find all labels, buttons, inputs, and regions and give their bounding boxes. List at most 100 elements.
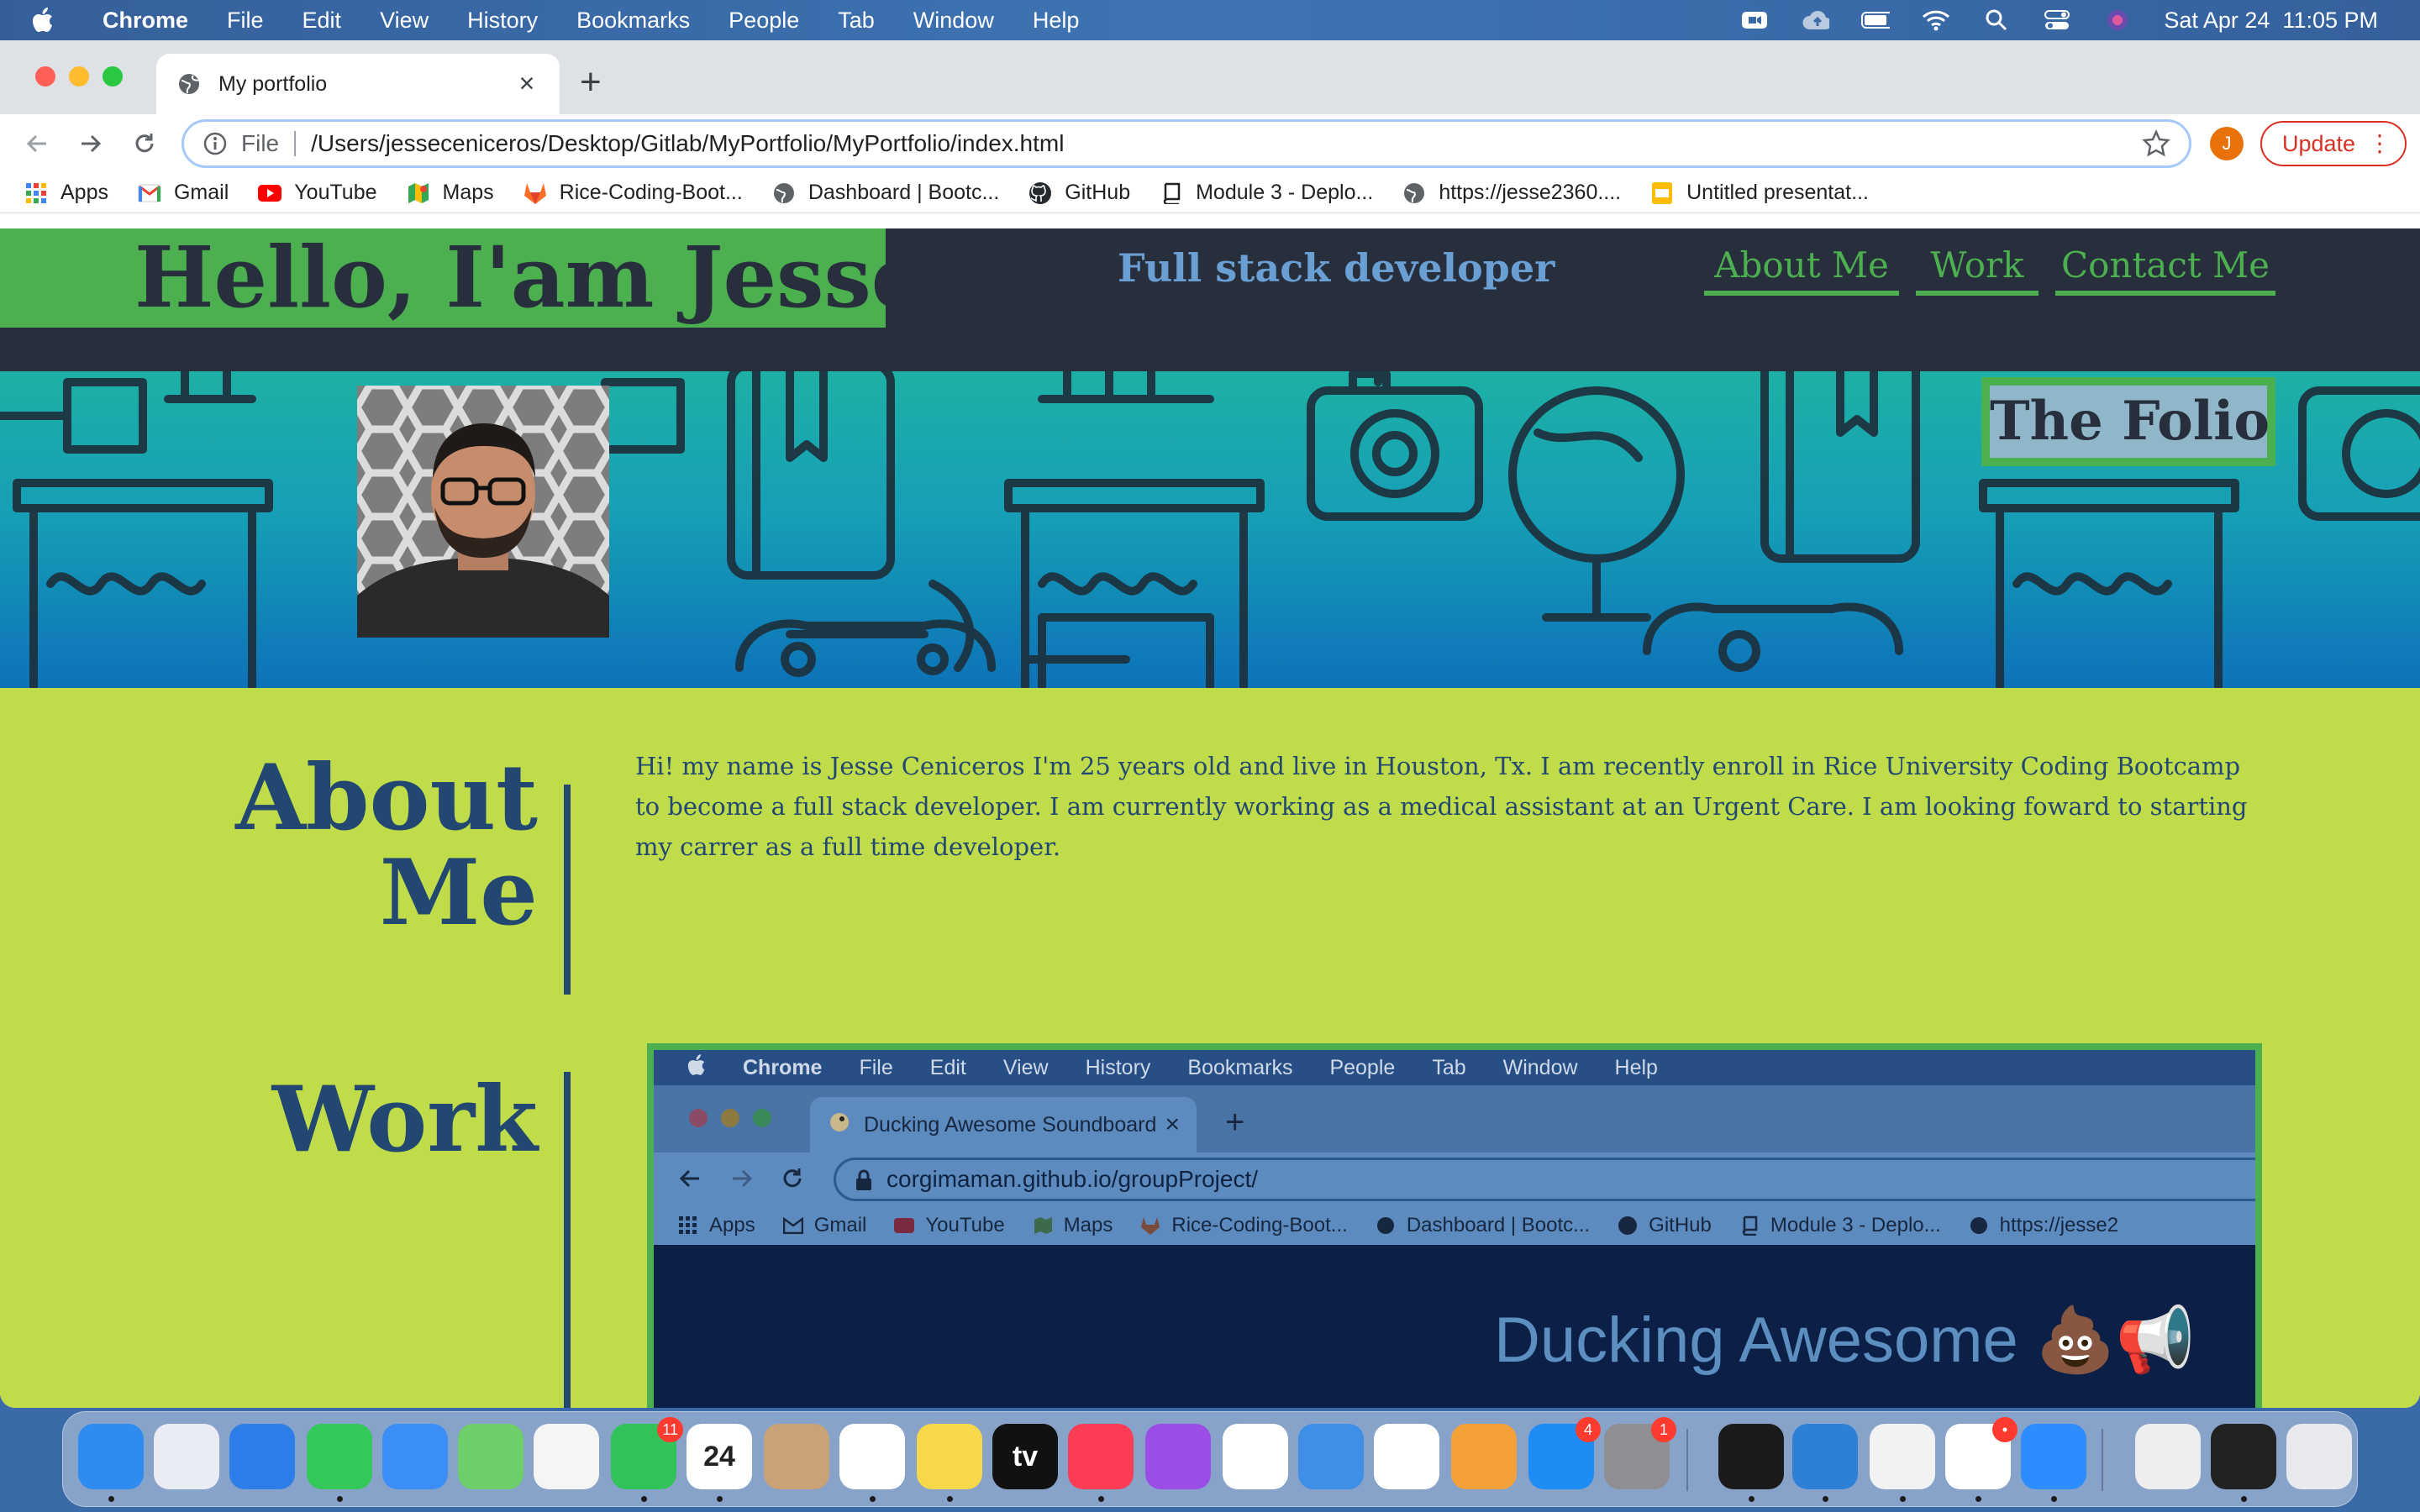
dock-terminal-icon[interactable] bbox=[1718, 1424, 1784, 1489]
bookmark-untitled-presentation[interactable]: Untitled presentat... bbox=[1649, 181, 1869, 206]
dock-maps-icon[interactable] bbox=[458, 1424, 523, 1489]
siri-icon[interactable] bbox=[2103, 8, 2132, 33]
dock-messages-icon[interactable] bbox=[307, 1424, 372, 1489]
dock-music-icon[interactable] bbox=[1068, 1424, 1134, 1489]
duck-favicon-icon bbox=[829, 1111, 850, 1139]
dock-photos-icon[interactable] bbox=[534, 1424, 599, 1489]
about-title-line1: About bbox=[235, 745, 538, 851]
bookmark-dashboard-bootcamp[interactable]: Dashboard | Bootc... bbox=[771, 181, 999, 206]
back-arrow-icon[interactable] bbox=[18, 125, 55, 162]
dock-tv-icon[interactable]: tv bbox=[992, 1424, 1058, 1489]
dock-running-indicator bbox=[1900, 1496, 1906, 1502]
update-button[interactable]: Update ⋮ bbox=[2260, 121, 2407, 166]
dock-system-preferences-icon[interactable]: 1 bbox=[1604, 1417, 1676, 1489]
dock-archive-icon[interactable] bbox=[2135, 1424, 2201, 1489]
globe-icon bbox=[1375, 1215, 1397, 1236]
work-project-screenshot[interactable]: Chrome File Edit View History Bookmarks … bbox=[647, 1043, 2262, 1408]
screenshot-bookmark-label: Gmail bbox=[813, 1214, 867, 1236]
dock-pages-icon[interactable] bbox=[1451, 1424, 1517, 1489]
window-zoom-button[interactable] bbox=[103, 66, 123, 87]
nav-about-me[interactable]: About Me bbox=[1704, 242, 1899, 296]
screenshot-bookmark: Gmail bbox=[782, 1214, 867, 1237]
dock-app-store-icon[interactable]: 4 bbox=[1528, 1417, 1601, 1489]
zoom-status-icon[interactable] bbox=[1740, 8, 1769, 33]
dock-notes-icon[interactable] bbox=[917, 1424, 982, 1489]
control-center-icon[interactable] bbox=[2043, 8, 2071, 33]
screenshot-menu-item: Edit bbox=[929, 1055, 966, 1079]
window-close-button[interactable] bbox=[35, 66, 55, 87]
address-bar[interactable]: File /Users/jesseceniceros/Desktop/Gitla… bbox=[182, 119, 2191, 168]
tab-close-icon[interactable]: × bbox=[514, 70, 539, 97]
dock-zoom-icon[interactable] bbox=[2021, 1424, 2086, 1489]
spotlight-search-icon[interactable] bbox=[1982, 8, 2011, 33]
url-scheme-label: File bbox=[241, 130, 280, 156]
screenshot-bookmark-label: Maps bbox=[1063, 1214, 1113, 1236]
menu-help[interactable]: Help bbox=[1033, 8, 1080, 34]
dock-vscode-icon[interactable] bbox=[1792, 1424, 1858, 1489]
bookmark-star-icon[interactable] bbox=[2142, 129, 2170, 158]
bookmark-apps[interactable]: Apps bbox=[24, 181, 108, 206]
screenshot-bookmark: Module 3 - Deplo... bbox=[1739, 1214, 1941, 1237]
bookmark-maps[interactable]: Maps bbox=[406, 181, 494, 206]
menubar-clock[interactable]: Sat Apr 24 11:05 PM bbox=[2164, 8, 2378, 34]
bookmark-gmail[interactable]: Gmail bbox=[137, 181, 229, 206]
menu-view[interactable]: View bbox=[380, 8, 429, 34]
battery-icon[interactable] bbox=[1861, 8, 1891, 33]
window-minimize-button[interactable] bbox=[69, 66, 89, 87]
nav-contact-me[interactable]: Contact Me bbox=[2055, 242, 2275, 296]
bookmark-youtube[interactable]: YouTube bbox=[257, 181, 377, 206]
bookmark-module-3[interactable]: Module 3 - Deplo... bbox=[1159, 181, 1373, 206]
bookmark-github[interactable]: GitHub bbox=[1028, 181, 1130, 206]
new-tab-button[interactable]: + bbox=[580, 64, 602, 101]
tab-my-portfolio[interactable]: My portfolio × bbox=[156, 54, 560, 114]
dock-reminders-icon[interactable] bbox=[839, 1424, 905, 1489]
menu-edit[interactable]: Edit bbox=[302, 8, 342, 34]
forward-arrow-icon[interactable] bbox=[72, 125, 109, 162]
more-menu-icon[interactable]: ⋮ bbox=[2368, 131, 2391, 156]
youtube-icon bbox=[257, 181, 282, 206]
screenshot-bookmark-label: https://jesse2 bbox=[1999, 1214, 2119, 1236]
dock-facetime-icon[interactable]: 11 bbox=[611, 1417, 683, 1489]
dock-calendar-icon[interactable]: 24 bbox=[687, 1424, 752, 1489]
screenshot-minimize-dot bbox=[721, 1109, 739, 1127]
dock-running-indicator bbox=[870, 1496, 876, 1502]
dock-slack-icon[interactable]: • bbox=[1945, 1417, 2018, 1489]
dock-contacts-icon[interactable] bbox=[764, 1424, 829, 1489]
profile-avatar[interactable]: J bbox=[2210, 127, 2244, 160]
url-text[interactable]: /Users/jesseceniceros/Desktop/Gitlab/MyP… bbox=[311, 130, 2142, 157]
dock-trash-icon[interactable] bbox=[2286, 1424, 2352, 1489]
nav-work[interactable]: Work bbox=[1916, 242, 2039, 296]
macos-menu-bar: Chrome File Edit View History Bookmarks … bbox=[0, 0, 2420, 40]
screenshot-tab: Ducking Awesome Soundboard × bbox=[810, 1097, 1197, 1152]
info-icon[interactable] bbox=[203, 131, 228, 156]
dock-screen-icon[interactable] bbox=[2211, 1424, 2276, 1489]
menu-file[interactable]: File bbox=[227, 8, 264, 34]
dock-safari-icon[interactable] bbox=[229, 1424, 295, 1489]
dock-chrome-icon[interactable] bbox=[1870, 1424, 1935, 1489]
menu-people[interactable]: People bbox=[729, 8, 799, 34]
reload-icon[interactable] bbox=[126, 125, 163, 162]
menu-tab[interactable]: Tab bbox=[838, 8, 875, 34]
bookmark-rice-coding-bootcamp[interactable]: Rice-Coding-Boot... bbox=[523, 181, 743, 206]
dock-keynote-icon[interactable] bbox=[1298, 1424, 1364, 1489]
dock-launchpad-icon[interactable] bbox=[154, 1424, 219, 1489]
dock-finder-icon[interactable] bbox=[78, 1424, 144, 1489]
dock-news-icon[interactable] bbox=[1223, 1424, 1288, 1489]
wifi-icon[interactable] bbox=[1922, 8, 1950, 33]
screenshot-menu-item: File bbox=[859, 1055, 893, 1079]
dock-podcasts-icon[interactable] bbox=[1145, 1424, 1211, 1489]
dock-numbers-icon[interactable] bbox=[1374, 1424, 1439, 1489]
dock-mail-icon[interactable] bbox=[382, 1424, 448, 1489]
menu-bookmarks[interactable]: Bookmarks bbox=[576, 8, 690, 34]
bookmark-label: Module 3 - Deplo... bbox=[1196, 181, 1374, 204]
bookmark-jesse2360[interactable]: https://jesse2360.... bbox=[1402, 181, 1621, 206]
menu-history[interactable]: History bbox=[467, 8, 538, 34]
menu-app-chrome[interactable]: Chrome bbox=[103, 8, 188, 34]
apps-grid-icon bbox=[24, 181, 49, 206]
cloud-upload-icon[interactable] bbox=[1801, 8, 1830, 33]
screenshot-bookmark: YouTube bbox=[893, 1214, 1005, 1237]
menu-window[interactable]: Window bbox=[913, 8, 994, 34]
browser-toolbar: File /Users/jesseceniceros/Desktop/Gitla… bbox=[0, 114, 2420, 173]
screenshot-menu-item: View bbox=[1002, 1055, 1049, 1079]
apple-icon[interactable] bbox=[32, 0, 67, 40]
